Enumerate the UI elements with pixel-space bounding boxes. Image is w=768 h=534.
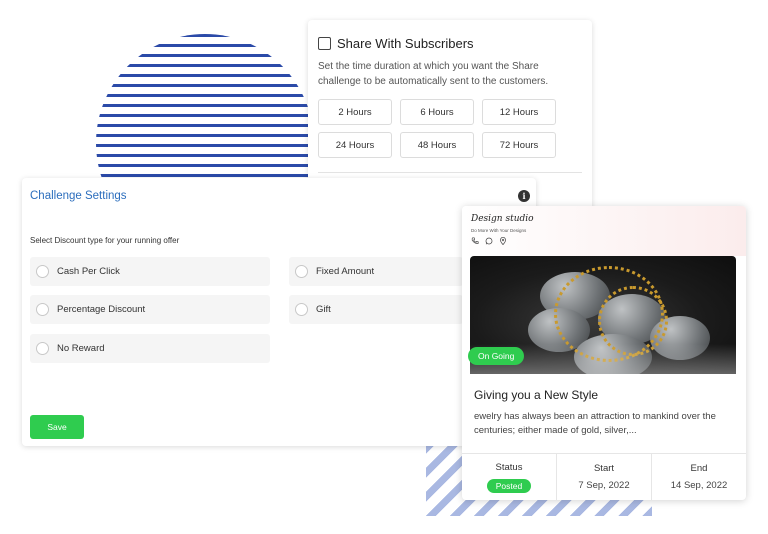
- phone-icon[interactable]: [471, 237, 479, 245]
- radio-icon[interactable]: [295, 303, 308, 316]
- offer-title: Giving you a New Style: [474, 388, 599, 402]
- ongoing-badge: On Going: [468, 347, 525, 365]
- offer-preview-card[interactable]: Design studio Do More With Your Designs …: [462, 206, 746, 500]
- hours-grid: 2 Hours 6 Hours 12 Hours 24 Hours 48 Hou…: [318, 99, 582, 158]
- brand-tagline: Do More With Your Designs: [471, 228, 527, 233]
- end-date: 14 Sep, 2022: [670, 480, 728, 491]
- option-label: Gift: [316, 304, 331, 315]
- contact-icons: [471, 237, 507, 245]
- status-label: Status: [495, 461, 523, 473]
- share-checkbox[interactable]: [318, 37, 331, 50]
- offer-description: ewelry has always been an attraction to …: [474, 411, 716, 436]
- start-column: Start 7 Sep, 2022: [557, 454, 652, 500]
- hour-option-2[interactable]: 2 Hours: [318, 99, 392, 125]
- hour-option-12[interactable]: 12 Hours: [482, 99, 556, 125]
- share-description: Set the time duration at which you want …: [318, 61, 549, 87]
- hour-option-6[interactable]: 6 Hours: [400, 99, 474, 125]
- radio-icon[interactable]: [295, 265, 308, 278]
- end-column: End 14 Sep, 2022: [652, 454, 746, 500]
- option-percentage-discount[interactable]: Percentage Discount: [30, 295, 270, 324]
- option-label: No Reward: [57, 343, 105, 354]
- end-label: End: [690, 463, 708, 474]
- option-label: Percentage Discount: [57, 304, 146, 315]
- hour-option-48[interactable]: 48 Hours: [400, 132, 474, 158]
- share-divider: [318, 172, 582, 173]
- offer-footer: Status Posted Start 7 Sep, 2022 End 14 S…: [462, 453, 746, 500]
- whatsapp-icon[interactable]: [485, 237, 493, 245]
- option-label: Cash Per Click: [57, 266, 120, 277]
- challenge-settings-title: Challenge Settings: [30, 190, 127, 202]
- status-badge: Posted: [486, 478, 532, 493]
- location-icon[interactable]: [499, 237, 507, 245]
- hour-option-72[interactable]: 72 Hours: [482, 132, 556, 158]
- hour-option-24[interactable]: 24 Hours: [318, 132, 392, 158]
- radio-icon[interactable]: [36, 303, 49, 316]
- start-label: Start: [593, 463, 615, 474]
- radio-icon[interactable]: [36, 342, 49, 355]
- share-title: Share With Subscribers: [337, 36, 474, 51]
- option-label: Fixed Amount: [316, 266, 375, 277]
- challenge-settings-card: Challenge Settings i Select Discount typ…: [22, 178, 536, 446]
- start-date: 7 Sep, 2022: [578, 480, 630, 491]
- discount-type-label: Select Discount type for your running of…: [30, 236, 180, 245]
- card-header: Design studio Do More With Your Designs: [462, 206, 746, 256]
- option-no-reward[interactable]: No Reward: [30, 334, 270, 363]
- status-column: Status Posted: [462, 454, 557, 500]
- option-gift[interactable]: Gift: [289, 295, 463, 324]
- info-icon[interactable]: i: [518, 190, 530, 202]
- option-fixed-amount[interactable]: Fixed Amount: [289, 257, 463, 286]
- brand-logo: Design studio: [471, 214, 534, 224]
- share-header: Share With Subscribers: [318, 36, 582, 51]
- save-button[interactable]: Save: [30, 415, 84, 439]
- radio-icon[interactable]: [36, 265, 49, 278]
- option-cash-per-click[interactable]: Cash Per Click: [30, 257, 270, 286]
